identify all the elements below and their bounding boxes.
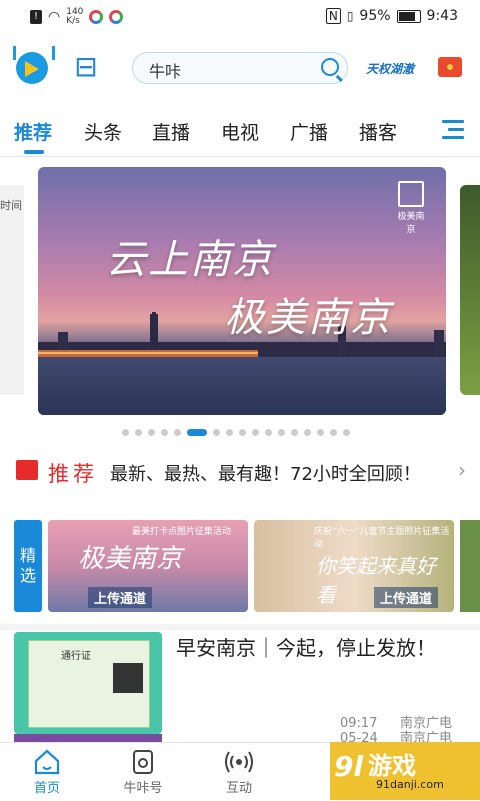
carousel-dot	[239, 428, 246, 436]
carousel-dot	[135, 428, 142, 436]
tabs-divider	[0, 156, 480, 157]
app-notification-icon	[89, 10, 104, 24]
featured-card-peek[interactable]	[460, 520, 480, 612]
chevron-right-icon[interactable]: ›	[458, 458, 466, 482]
card-subtitle: 最美打卡点图片征集活动	[132, 527, 232, 537]
qr-code-icon	[113, 663, 143, 693]
hot-icon	[16, 460, 38, 480]
net-speed: 140 K/s	[66, 7, 84, 26]
card-title: 极美南京	[78, 544, 183, 574]
search-text: 牛咔	[149, 62, 182, 81]
lake-reflection	[38, 357, 446, 415]
brand-logo[interactable]: 天权湖澈	[366, 60, 414, 77]
featured-label: 精选	[14, 520, 42, 612]
section-divider	[0, 624, 480, 630]
nav-interact[interactable]: 互动	[194, 743, 284, 801]
upload-link[interactable]: 上传通道	[374, 587, 439, 608]
news-thumbnail[interactable]: 通行证	[14, 632, 162, 734]
carousel-dot	[330, 428, 337, 436]
clock: 9:43	[426, 8, 458, 24]
menu-icon[interactable]	[442, 120, 464, 140]
carousel-dot-active	[187, 428, 207, 436]
banner-logo: 极美南京	[396, 181, 426, 235]
carousel-indicator	[122, 428, 350, 436]
prev-banner-peek[interactable]: 时间	[0, 185, 24, 395]
banner-title-2: 极美南京	[224, 295, 392, 341]
niuka-icon	[133, 750, 153, 774]
nav-home[interactable]: 首页	[2, 743, 92, 801]
upload-link[interactable]: 上传通道	[88, 587, 153, 608]
status-left: ! ◠ 140 K/s	[30, 7, 124, 26]
tab-radio[interactable]: 广播	[290, 118, 328, 145]
banner-title-1: 云上南京	[106, 237, 274, 283]
carousel-dot	[213, 428, 220, 436]
nfc-icon: N	[325, 8, 341, 24]
carousel-dot	[317, 428, 324, 436]
next-news-thumbnail[interactable]	[14, 734, 162, 742]
carousel-dot	[122, 428, 129, 436]
tab-tv[interactable]: 电视	[221, 118, 259, 145]
carousel-dot	[148, 428, 155, 436]
tab-recommend[interactable]: 推荐	[14, 118, 52, 145]
carousel-dot	[226, 428, 233, 436]
red-packet-icon[interactable]	[438, 57, 462, 77]
active-tab-indicator	[24, 150, 44, 154]
wifi-icon: ◠	[48, 9, 61, 25]
carousel-dot	[265, 428, 272, 436]
carousel-dot	[252, 428, 259, 436]
app-logo[interactable]	[13, 46, 55, 84]
card-subtitle: 庆祝“六一”儿童节主题照片征集活动	[314, 527, 450, 550]
watermark-logo: 9l 游戏 91danji.com	[330, 742, 480, 800]
carousel-dot	[174, 428, 181, 436]
status-right: N ▯ 95% 9:43	[325, 8, 458, 24]
tab-podcast[interactable]: 播客	[359, 118, 397, 145]
carousel-dot	[343, 428, 350, 436]
permit-image: 通行证	[28, 640, 150, 728]
broadcast-icon	[225, 751, 253, 773]
featured-card[interactable]: 庆祝“六一”儿童节主题照片征集活动 你笑起来真好看 上传通道	[254, 520, 454, 612]
news-title[interactable]: 早安南京｜今起，停止发放！	[176, 632, 436, 661]
tab-headlines[interactable]: 头条	[84, 118, 122, 145]
search-icon[interactable]	[321, 58, 339, 76]
carousel-dot	[291, 428, 298, 436]
app-notification-icon	[109, 10, 124, 24]
nav-niuka[interactable]: 牛咔号	[98, 743, 188, 801]
next-banner-peek[interactable]	[460, 185, 480, 395]
tab-live[interactable]: 直播	[152, 118, 190, 145]
carousel-dot	[161, 428, 168, 436]
search-input[interactable]: 牛咔	[132, 52, 348, 84]
recommend-text: 最新、最热、最有趣！72小时全回顾！	[110, 464, 421, 485]
battery-percent: 95%	[359, 8, 391, 24]
alert-icon: !	[30, 10, 42, 24]
category-tabs: 推荐 头条 直播 电视 广播 播客	[0, 112, 480, 154]
status-bar: ! ◠ 140 K/s N ▯ 95% 9:43	[0, 0, 480, 34]
scan-icon[interactable]: ⊟	[70, 52, 102, 84]
carousel-dot	[304, 428, 311, 436]
home-icon	[34, 749, 60, 775]
recommend-strip[interactable]: 推荐 最新、最热、最有趣！72小时全回顾！ ›	[0, 450, 480, 492]
battery-icon	[396, 9, 421, 23]
recommend-label: 推荐	[48, 462, 98, 486]
featured-card[interactable]: 最美打卡点图片征集活动 极美南京 上传通道	[48, 520, 248, 612]
banner-carousel[interactable]: 云上南京 极美南京 极美南京	[38, 167, 446, 415]
carousel-dot	[278, 428, 285, 436]
vibrate-icon: ▯	[346, 9, 354, 23]
